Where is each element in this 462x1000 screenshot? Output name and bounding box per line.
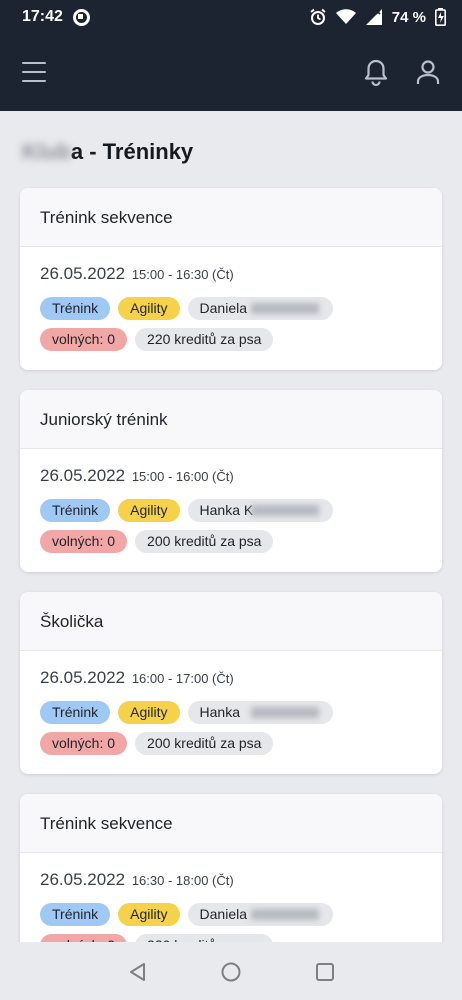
training-time-range: 15:00 - 16:30 (Čt) bbox=[131, 267, 234, 282]
wifi-icon bbox=[335, 9, 356, 24]
training-card[interactable]: Juniorský trénink 26.05.2022 15:00 - 16:… bbox=[20, 390, 442, 572]
training-datetime: 26.05.2022 16:00 - 17:00 (Čt) bbox=[40, 668, 422, 688]
redacted-surname bbox=[250, 909, 319, 920]
training-title: Trénink sekvence bbox=[20, 794, 442, 853]
training-title: Trénink sekvence bbox=[20, 188, 442, 247]
training-datetime: 26.05.2022 15:00 - 16:30 (Čt) bbox=[40, 264, 422, 284]
free-spots-badge: volných: 0 bbox=[40, 732, 128, 755]
recents-button[interactable] bbox=[314, 961, 336, 983]
training-date: 26.05.2022 bbox=[40, 264, 126, 283]
menu-button[interactable] bbox=[22, 62, 46, 82]
status-time: 17:42 bbox=[22, 8, 63, 25]
status-bar: 17:42 74 % bbox=[0, 0, 462, 34]
discipline-badge: Agility bbox=[118, 499, 180, 522]
training-title: Juniorský trénink bbox=[20, 390, 442, 449]
trainer-badge: Hanka K bbox=[187, 499, 333, 522]
training-time-range: 16:30 - 18:00 (Čt) bbox=[131, 873, 234, 888]
training-date: 26.05.2022 bbox=[40, 870, 126, 889]
type-badge: Trénink bbox=[40, 701, 111, 724]
discipline-badge: Agility bbox=[118, 903, 180, 926]
battery-percentage: 74 % bbox=[391, 8, 426, 26]
redacted-surname bbox=[250, 707, 319, 718]
discipline-badge: Agility bbox=[118, 701, 180, 724]
free-spots-badge: volných: 0 bbox=[40, 934, 128, 942]
signal-icon bbox=[365, 9, 382, 25]
trainer-name: Daniela bbox=[199, 906, 248, 922]
credits-badge: 220 kreditů za psa bbox=[135, 934, 274, 942]
profile-button[interactable] bbox=[414, 58, 442, 86]
training-card[interactable]: Trénink sekvence 26.05.2022 15:00 - 16:3… bbox=[20, 188, 442, 370]
type-badge: Trénink bbox=[40, 499, 111, 522]
notification-app-icon bbox=[72, 8, 90, 26]
trainer-badge: Daniela bbox=[187, 297, 333, 320]
system-navigation-bar bbox=[0, 942, 462, 1000]
page-title-text: a - Tréninky bbox=[70, 139, 194, 164]
trainer-name: Hanka K bbox=[199, 502, 254, 518]
training-date: 26.05.2022 bbox=[40, 668, 126, 687]
bell-icon bbox=[364, 59, 388, 87]
free-spots-badge: volných: 0 bbox=[40, 530, 128, 553]
hamburger-icon-line bbox=[22, 80, 46, 82]
free-spots-badge: volných: 0 bbox=[40, 328, 128, 351]
home-button[interactable] bbox=[220, 961, 242, 983]
redacted-surname bbox=[250, 505, 319, 516]
hamburger-icon-line bbox=[22, 71, 46, 73]
type-badge: Trénink bbox=[40, 903, 111, 926]
page-title: Kluba - Tréninky bbox=[22, 139, 193, 165]
trainer-badge: Hanka bbox=[187, 701, 333, 724]
trainer-name: Daniela bbox=[199, 300, 248, 316]
recents-square-icon bbox=[316, 963, 334, 981]
redacted-surname bbox=[250, 303, 319, 314]
training-card[interactable]: Školička 26.05.2022 16:00 - 17:00 (Čt) T… bbox=[20, 592, 442, 774]
training-card[interactable]: Trénink sekvence 26.05.2022 16:30 - 18:0… bbox=[20, 794, 442, 942]
training-time-range: 15:00 - 16:00 (Čt) bbox=[131, 469, 234, 484]
training-list-screen[interactable]: Kluba - Tréninky Trénink sekvence 26.05.… bbox=[0, 111, 462, 942]
club-name-redacted: Klub bbox=[22, 139, 71, 164]
user-icon bbox=[416, 60, 440, 84]
training-datetime: 26.05.2022 15:00 - 16:00 (Čt) bbox=[40, 466, 422, 486]
app-bar bbox=[0, 34, 462, 111]
trainer-badge: Daniela bbox=[187, 903, 333, 926]
training-time-range: 16:00 - 17:00 (Čt) bbox=[131, 671, 234, 686]
credits-badge: 200 kreditů za psa bbox=[135, 530, 274, 553]
alarm-icon bbox=[310, 8, 326, 25]
trainer-name: Hanka bbox=[199, 704, 240, 720]
battery-icon bbox=[435, 8, 446, 26]
training-title: Školička bbox=[20, 592, 442, 651]
back-triangle-icon bbox=[130, 963, 145, 981]
notifications-button[interactable] bbox=[362, 58, 390, 87]
credits-badge: 220 kreditů za psa bbox=[135, 328, 274, 351]
status-icons: 74 % bbox=[309, 8, 446, 26]
training-date: 26.05.2022 bbox=[40, 466, 126, 485]
hamburger-icon-line bbox=[22, 62, 46, 64]
credits-badge: 200 kreditů za psa bbox=[135, 732, 274, 755]
type-badge: Trénink bbox=[40, 297, 111, 320]
training-datetime: 26.05.2022 16:30 - 18:00 (Čt) bbox=[40, 870, 422, 890]
back-button[interactable] bbox=[127, 961, 149, 983]
home-circle-icon bbox=[221, 962, 241, 982]
discipline-badge: Agility bbox=[118, 297, 180, 320]
